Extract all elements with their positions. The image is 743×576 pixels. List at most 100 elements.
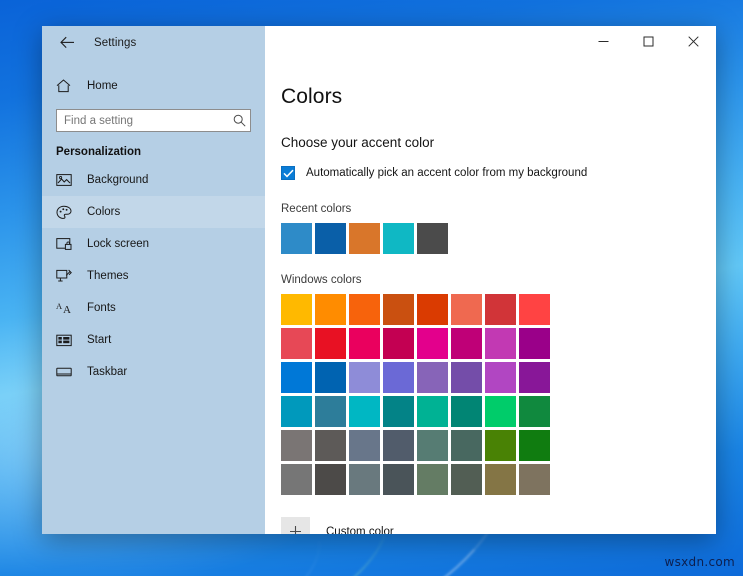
titlebar-left-section: Settings xyxy=(42,26,265,59)
windows-colors-label: Windows colors xyxy=(281,274,362,286)
start-tiles-icon xyxy=(56,334,78,347)
windows-colors-grid-row xyxy=(281,464,716,495)
search-input[interactable] xyxy=(57,110,228,131)
recent-color-swatch[interactable] xyxy=(417,223,448,254)
windows-color-swatch[interactable] xyxy=(349,396,380,427)
windows-color-swatch[interactable] xyxy=(383,362,414,393)
sidebar-item-taskbar[interactable]: Taskbar xyxy=(42,356,265,388)
windows-color-swatch[interactable] xyxy=(383,464,414,495)
windows-color-swatch[interactable] xyxy=(281,464,312,495)
maximize-icon xyxy=(643,34,654,52)
windows-color-swatch[interactable] xyxy=(451,430,482,461)
sidebar-item-fonts-label: Fonts xyxy=(87,302,116,314)
search-icon[interactable] xyxy=(228,114,250,127)
windows-color-swatch[interactable] xyxy=(315,430,346,461)
windows-color-swatch[interactable] xyxy=(417,430,448,461)
sidebar-item-start[interactable]: Start xyxy=(42,324,265,356)
plus-icon xyxy=(281,517,310,534)
windows-color-swatch[interactable] xyxy=(315,294,346,325)
recent-colors-label: Recent colors xyxy=(281,203,352,215)
back-arrow-icon xyxy=(59,36,75,49)
check-icon xyxy=(282,169,294,178)
windows-color-swatch[interactable] xyxy=(519,362,550,393)
windows-color-swatch[interactable] xyxy=(383,328,414,359)
windows-color-swatch[interactable] xyxy=(281,430,312,461)
close-button[interactable] xyxy=(671,26,716,59)
accent-color-heading: Choose your accent color xyxy=(281,135,435,150)
recent-color-swatch[interactable] xyxy=(383,223,414,254)
window-title: Settings xyxy=(94,36,137,49)
windows-color-swatch[interactable] xyxy=(451,396,482,427)
recent-color-swatch[interactable] xyxy=(349,223,380,254)
back-button[interactable] xyxy=(54,30,80,56)
windows-colors-grid xyxy=(281,294,716,495)
windows-color-swatch[interactable] xyxy=(349,362,380,393)
background-image-icon xyxy=(56,173,78,187)
sidebar-item-home[interactable]: Home xyxy=(42,69,265,103)
windows-color-swatch[interactable] xyxy=(281,396,312,427)
windows-color-swatch[interactable] xyxy=(451,464,482,495)
windows-color-swatch[interactable] xyxy=(349,328,380,359)
windows-color-swatch[interactable] xyxy=(281,294,312,325)
themes-brush-icon xyxy=(56,269,78,283)
windows-colors-grid-row xyxy=(281,294,716,325)
settings-sidebar: Home Personalization xyxy=(42,59,265,534)
windows-color-swatch[interactable] xyxy=(485,362,516,393)
windows-color-swatch[interactable] xyxy=(519,430,550,461)
windows-color-swatch[interactable] xyxy=(451,328,482,359)
window-body: Home Personalization xyxy=(42,59,716,534)
windows-color-swatch[interactable] xyxy=(485,464,516,495)
home-icon xyxy=(56,79,78,93)
windows-color-swatch[interactable] xyxy=(315,362,346,393)
windows-color-swatch[interactable] xyxy=(315,464,346,495)
sidebar-item-lock-screen[interactable]: Lock screen xyxy=(42,228,265,260)
windows-colors-grid-row xyxy=(281,362,716,393)
windows-colors-grid-row xyxy=(281,328,716,359)
windows-color-swatch[interactable] xyxy=(349,430,380,461)
windows-color-swatch[interactable] xyxy=(519,328,550,359)
sidebar-section-title: Personalization xyxy=(56,146,141,158)
windows-color-swatch[interactable] xyxy=(485,328,516,359)
windows-color-swatch[interactable] xyxy=(451,362,482,393)
windows-color-swatch[interactable] xyxy=(281,328,312,359)
auto-accent-checkbox-row[interactable]: Automatically pick an accent color from … xyxy=(281,166,587,180)
windows-color-swatch[interactable] xyxy=(417,328,448,359)
windows-color-swatch[interactable] xyxy=(417,396,448,427)
search-box[interactable] xyxy=(56,109,251,132)
windows-color-swatch[interactable] xyxy=(417,294,448,325)
windows-color-swatch[interactable] xyxy=(417,362,448,393)
windows-color-swatch[interactable] xyxy=(519,294,550,325)
svg-text:A: A xyxy=(63,304,71,315)
windows-color-swatch[interactable] xyxy=(485,396,516,427)
custom-color-button[interactable]: Custom color xyxy=(281,517,394,534)
desktop-background: Settings Home Find a setting Personaliza… xyxy=(0,0,743,576)
windows-color-swatch[interactable] xyxy=(315,328,346,359)
sidebar-item-themes[interactable]: Themes xyxy=(42,260,265,292)
windows-color-swatch[interactable] xyxy=(281,362,312,393)
windows-color-swatch[interactable] xyxy=(519,396,550,427)
sidebar-item-background[interactable]: Background xyxy=(42,164,265,196)
auto-accent-checkbox-label: Automatically pick an accent color from … xyxy=(306,167,588,179)
windows-color-swatch[interactable] xyxy=(315,396,346,427)
windows-color-swatch[interactable] xyxy=(349,464,380,495)
watermark: wsxdn.com xyxy=(664,555,735,569)
windows-color-swatch[interactable] xyxy=(417,464,448,495)
fonts-aa-icon: A A xyxy=(56,301,78,315)
recent-color-swatch[interactable] xyxy=(281,223,312,254)
maximize-button[interactable] xyxy=(626,26,671,59)
windows-color-swatch[interactable] xyxy=(383,396,414,427)
auto-accent-checkbox[interactable] xyxy=(281,166,295,180)
windows-color-swatch[interactable] xyxy=(485,430,516,461)
minimize-button[interactable] xyxy=(581,26,626,59)
sidebar-item-colors[interactable]: Colors xyxy=(42,196,265,228)
settings-content: Colors Choose your accent color Automati… xyxy=(265,59,716,534)
sidebar-item-fonts[interactable]: A A Fonts xyxy=(42,292,265,324)
windows-color-swatch[interactable] xyxy=(485,294,516,325)
recent-color-swatch[interactable] xyxy=(315,223,346,254)
custom-color-label: Custom color xyxy=(326,525,394,535)
windows-color-swatch[interactable] xyxy=(383,430,414,461)
windows-color-swatch[interactable] xyxy=(451,294,482,325)
windows-color-swatch[interactable] xyxy=(519,464,550,495)
windows-color-swatch[interactable] xyxy=(349,294,380,325)
windows-color-swatch[interactable] xyxy=(383,294,414,325)
